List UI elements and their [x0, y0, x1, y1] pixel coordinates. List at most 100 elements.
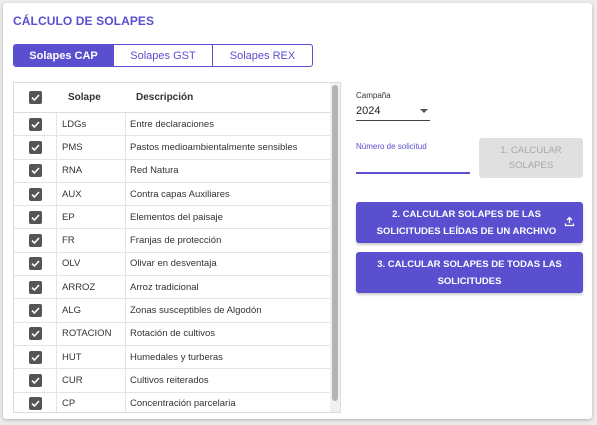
- table-row[interactable]: LDGs Entre declaraciones: [14, 113, 340, 137]
- select-all-cell: [14, 83, 56, 112]
- row-checkbox[interactable]: [28, 350, 42, 364]
- row-checkbox[interactable]: [28, 117, 42, 131]
- table-scrollbar[interactable]: [330, 83, 340, 412]
- page-title: CÁLCULO DE SOLAPES: [13, 14, 155, 28]
- table-row[interactable]: HUT Humedales y turberas: [14, 345, 340, 370]
- table-row[interactable]: RNA Red Natura: [14, 159, 340, 183]
- calculate-from-file-label: 2. CALCULAR SOLAPES DE LAS SOLICITUDES L…: [376, 208, 557, 237]
- row-solape-code: RNA: [56, 159, 125, 182]
- upload-icon: [564, 216, 575, 227]
- row-checkbox[interactable]: [28, 210, 42, 224]
- row-checkbox-cell: [14, 323, 56, 345]
- scrollbar-thumb[interactable]: [332, 85, 338, 401]
- tab-solapes-cap[interactable]: Solapes CAP: [14, 45, 114, 66]
- row-description: Contra capas Auxiliares: [125, 182, 330, 206]
- row-checkbox-cell: [14, 346, 56, 368]
- row-checkbox-cell: [14, 183, 56, 205]
- row-checkbox-cell: [14, 229, 56, 251]
- row-checkbox[interactable]: [28, 327, 42, 341]
- row-description: Cultivos reiterados: [125, 369, 330, 392]
- checkbox-checked-icon: [30, 144, 40, 152]
- solicitud-label: Número de solicitud: [356, 142, 427, 151]
- solapes-table: Solape Descripción LDGs Entre declaracion…: [13, 82, 341, 413]
- checkbox-checked-icon: [30, 167, 40, 175]
- table-row[interactable]: ROTACION Rotación de cultivos: [14, 322, 340, 346]
- calculate-from-file-button[interactable]: 2. CALCULAR SOLAPES DE LAS SOLICITUDES L…: [356, 202, 583, 243]
- row-checkbox[interactable]: [28, 140, 42, 154]
- calculate-all-button[interactable]: 3. CALCULAR SOLAPES DE TODAS LAS SOLICIT…: [356, 252, 583, 293]
- row-solape-code: LDGs: [56, 113, 125, 136]
- checkbox-checked-icon: [30, 260, 40, 268]
- row-checkbox[interactable]: [28, 397, 42, 411]
- chevron-down-icon: [420, 109, 428, 113]
- table-row[interactable]: ALG Zonas susceptibles de Algodón: [14, 299, 340, 323]
- table-row[interactable]: PMS Pastos medioambientalmente sensibles: [14, 136, 340, 160]
- row-checkbox-cell: [14, 253, 56, 275]
- campaign-value: 2024: [356, 105, 381, 117]
- table-body: LDGs Entre declaraciones PMS Pastos medioam…: [14, 113, 340, 412]
- checkbox-checked-icon: [30, 237, 40, 245]
- row-description: Elementos del paisaje: [125, 206, 330, 229]
- checkbox-checked-icon: [30, 94, 40, 102]
- row-solape-code: PMS: [56, 136, 125, 159]
- table-row[interactable]: CP Concentración parcelaria: [14, 392, 340, 412]
- checkbox-checked-icon: [30, 330, 40, 338]
- table-row[interactable]: AUX Contra capas Auxiliares: [14, 182, 340, 207]
- row-checkbox-cell: [14, 369, 56, 391]
- row-description: Red Natura: [125, 159, 330, 182]
- column-header-solape: Solape: [68, 92, 101, 103]
- checkbox-checked-icon: [30, 284, 40, 291]
- campaign-select[interactable]: 2024: [356, 102, 430, 121]
- row-description: Arroz tradicional: [125, 276, 330, 299]
- row-solape-code: CP: [56, 392, 125, 412]
- row-solape-code: OLV: [56, 252, 125, 276]
- row-checkbox[interactable]: [28, 373, 42, 387]
- tab-solapes-gst[interactable]: Solapes GST: [114, 45, 213, 66]
- row-checkbox[interactable]: [28, 280, 42, 294]
- checkbox-checked-icon: [30, 214, 40, 221]
- row-checkbox[interactable]: [28, 304, 42, 318]
- column-header-descripcion: Descripción: [136, 92, 194, 103]
- row-description: Zonas susceptibles de Algodón: [125, 299, 330, 322]
- row-checkbox[interactable]: [28, 257, 42, 271]
- row-checkbox-cell: [14, 136, 56, 158]
- row-solape-code: ROTACION: [56, 322, 125, 345]
- row-checkbox[interactable]: [28, 234, 42, 248]
- row-solape-code: AUX: [56, 182, 125, 206]
- table-row[interactable]: OLV Olivar en desventaja: [14, 252, 340, 277]
- row-solape-code: HUT: [56, 345, 125, 369]
- row-solape-code: ARROZ: [56, 276, 125, 299]
- tab-bar: Solapes CAP Solapes GST Solapes REX: [13, 44, 313, 67]
- checkbox-checked-icon: [30, 354, 40, 361]
- row-solape-code: FR: [56, 229, 125, 252]
- row-description: Franjas de protección: [125, 229, 330, 252]
- checkbox-checked-icon: [30, 121, 40, 128]
- row-checkbox-cell: [14, 276, 56, 298]
- checkbox-checked-icon: [30, 377, 40, 385]
- table-row[interactable]: ARROZ Arroz tradicional: [14, 276, 340, 300]
- checkbox-checked-icon: [30, 400, 40, 408]
- row-solape-code: CUR: [56, 369, 125, 392]
- row-checkbox-cell: [14, 113, 56, 135]
- checkbox-checked-icon: [30, 307, 40, 315]
- calculate-solapes-button[interactable]: 1. CALCULAR SOLAPES: [479, 138, 583, 178]
- row-checkbox-cell: [14, 393, 56, 412]
- table-row[interactable]: EP Elementos del paisaje: [14, 206, 340, 230]
- row-description: Rotación de cultivos: [125, 322, 330, 345]
- row-description: Humedales y turberas: [125, 345, 330, 369]
- row-solape-code: EP: [56, 206, 125, 229]
- table-row[interactable]: FR Franjas de protección: [14, 229, 340, 253]
- select-all-checkbox[interactable]: [28, 91, 42, 104]
- row-checkbox-cell: [14, 206, 56, 228]
- solicitud-input[interactable]: [356, 151, 470, 174]
- table-row[interactable]: CUR Cultivos reiterados: [14, 369, 340, 393]
- solapes-card: CÁLCULO DE SOLAPES Solapes CAP Solapes G…: [3, 3, 592, 419]
- row-description: Pastos medioambientalmente sensibles: [125, 136, 330, 159]
- row-description: Entre declaraciones: [125, 113, 330, 136]
- row-checkbox[interactable]: [28, 187, 42, 201]
- table-header: Solape Descripción: [14, 83, 340, 113]
- row-checkbox-cell: [14, 299, 56, 321]
- tab-solapes-rex[interactable]: Solapes REX: [213, 45, 312, 66]
- checkbox-checked-icon: [30, 190, 40, 198]
- row-checkbox[interactable]: [28, 164, 42, 178]
